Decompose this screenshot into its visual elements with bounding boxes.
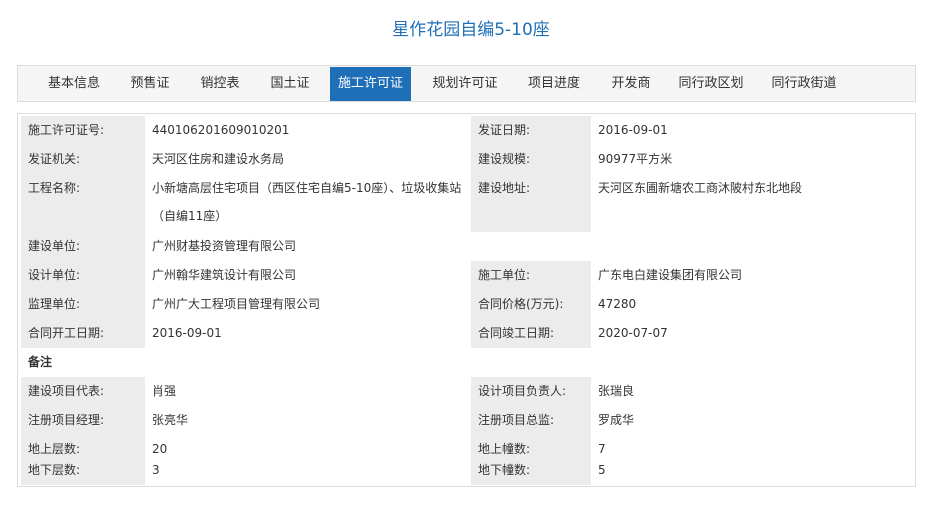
- project-name-value: 小新塘高层住宅项目（西区住宅自编5-10座）、垃圾收集站（自编11座）: [152, 181, 462, 223]
- finish-date-label: 合同竣工日期:: [471, 319, 591, 348]
- contract-price-label: 合同价格(万元):: [471, 290, 591, 319]
- design-lead-label: 设计项目负责人:: [471, 377, 591, 406]
- contractor-value: 广东电白建设集团有限公司: [598, 268, 743, 282]
- builder-label: 建设单位:: [21, 232, 145, 261]
- scale-label: 建设规模:: [471, 145, 591, 174]
- issue-date-value: 2016-09-01: [598, 123, 668, 137]
- tab-same-district[interactable]: 同行政区划: [671, 67, 751, 101]
- permit-no-value: 440106201609010201: [152, 123, 290, 137]
- designer-value: 广州翰华建筑设计有限公司: [152, 268, 297, 282]
- pm-value: 张亮华: [152, 413, 189, 427]
- tab-project-progress[interactable]: 项目进度: [518, 67, 590, 101]
- permit-info-panel: 施工许可证号: 440106201609010201 发证日期: 2016-09…: [17, 113, 916, 487]
- rep-label: 建设项目代表:: [21, 377, 145, 406]
- tab-basic-info[interactable]: 基本信息: [39, 67, 109, 101]
- permit-no-label: 施工许可证号:: [21, 116, 145, 145]
- tab-bar: 基本信息 预售证 销控表 国土证 施工许可证 规划许可证 项目进度 开发商 同行…: [17, 65, 916, 102]
- chief-supervisor-label: 注册项目总监:: [471, 406, 591, 435]
- address-value: 天河区东圃新塘农工商沐陂村东北地段: [598, 181, 803, 195]
- buildings-below-label: 地下幢数:: [471, 456, 591, 485]
- project-name-label: 工程名称:: [21, 174, 145, 232]
- tab-planning-permit[interactable]: 规划许可证: [425, 67, 505, 101]
- floors-below-value: 3: [152, 463, 160, 477]
- chief-supervisor-value: 罗成华: [598, 413, 635, 427]
- buildings-below-value: 5: [598, 463, 606, 477]
- contract-price-value: 47280: [598, 297, 637, 311]
- design-lead-value: 张瑞良: [598, 384, 635, 398]
- floors-below-label: 地下层数:: [21, 456, 145, 485]
- supervisor-value: 广州广大工程项目管理有限公司: [152, 297, 321, 311]
- address-label: 建设地址:: [471, 174, 591, 232]
- start-date-label: 合同开工日期:: [21, 319, 145, 348]
- designer-label: 设计单位:: [21, 261, 145, 290]
- tab-sales-control[interactable]: 销控表: [191, 67, 249, 101]
- page-title: 星作花园自编5-10座: [392, 20, 550, 40]
- issue-date-label: 发证日期:: [471, 116, 591, 145]
- builder-value: 广州财基投资管理有限公司: [152, 239, 297, 253]
- scale-value: 90977平方米: [598, 152, 673, 166]
- tab-presale-permit[interactable]: 预售证: [121, 67, 179, 101]
- remarks-heading: 备注: [28, 355, 53, 369]
- pm-label: 注册项目经理:: [21, 406, 145, 435]
- finish-date-value: 2020-07-07: [598, 326, 668, 340]
- tab-land-certificate[interactable]: 国土证: [261, 67, 319, 101]
- issuer-label: 发证机关:: [21, 145, 145, 174]
- start-date-value: 2016-09-01: [152, 326, 222, 340]
- contractor-label: 施工单位:: [471, 261, 591, 290]
- supervisor-label: 监理单位:: [21, 290, 145, 319]
- tab-developer[interactable]: 开发商: [602, 67, 660, 101]
- rep-value: 肖强: [152, 384, 177, 398]
- issuer-value: 天河区住房和建设水务局: [152, 152, 285, 166]
- tab-same-street[interactable]: 同行政街道: [764, 67, 844, 101]
- tab-construction-permit[interactable]: 施工许可证: [330, 67, 411, 101]
